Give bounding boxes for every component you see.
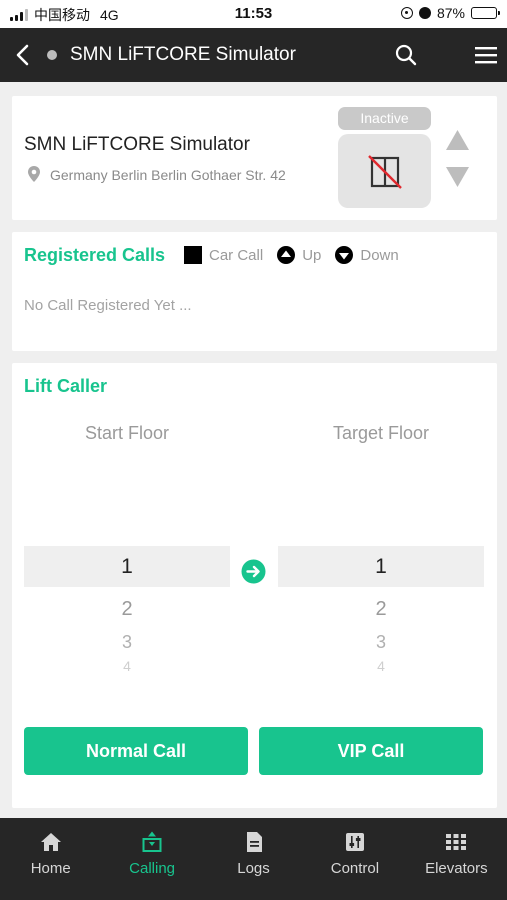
nav-item-elevators[interactable]: Elevators xyxy=(406,818,507,900)
start-floor-option[interactable]: 2 xyxy=(24,598,230,621)
start-floor-picker[interactable]: 1 2 3 4 xyxy=(24,546,230,676)
lift-caller-card: Lift Caller Start Floor Target Floor 1 2… xyxy=(12,363,497,808)
target-floor-label: Target Floor xyxy=(332,423,430,443)
menu-icon[interactable] xyxy=(474,44,498,66)
nav-item-home[interactable]: Home xyxy=(0,818,101,900)
app-header: SMN LiFTCORE Simulator xyxy=(0,28,507,82)
connection-status-dot xyxy=(47,50,57,60)
car-call-icon xyxy=(184,246,202,264)
start-floor-option[interactable]: 4 xyxy=(24,658,230,674)
start-floor-option[interactable]: 1 xyxy=(24,555,230,579)
arrow-right-circle-icon xyxy=(241,559,266,584)
home-icon xyxy=(40,833,61,851)
location-pin-icon xyxy=(28,166,40,182)
control-icon xyxy=(345,833,364,851)
status-right: 87% xyxy=(400,5,500,21)
elevators-icon xyxy=(446,834,467,850)
legend-car-call: Car Call xyxy=(184,246,263,264)
arrow-down-icon xyxy=(446,167,469,187)
site-name: SMN LiFTCORE Simulator xyxy=(24,134,250,155)
elevator-door-disabled-icon xyxy=(368,155,402,189)
alarm-icon xyxy=(418,7,431,19)
battery-icon xyxy=(471,7,500,19)
legend-up: Up xyxy=(277,246,321,264)
nav-item-calling[interactable]: Calling xyxy=(101,818,202,900)
arrow-up-icon xyxy=(446,130,469,150)
site-card: SMN LiFTCORE Simulator Germany Berlin Be… xyxy=(12,96,497,220)
up-call-icon xyxy=(277,246,296,264)
registered-calls-card: Registered Calls Car Call Up Down No Cal… xyxy=(12,232,497,351)
nav-item-label: Home xyxy=(30,860,71,877)
battery-percent: 87% xyxy=(436,5,465,21)
nav-item-label: Control xyxy=(330,860,380,877)
nav-item-control[interactable]: Control xyxy=(304,818,405,900)
registered-calls-title: Registered Calls xyxy=(24,245,166,265)
nav-item-label: Logs xyxy=(237,860,270,877)
orientation-lock-icon xyxy=(400,7,413,19)
target-floor-option[interactable]: 4 xyxy=(278,658,484,674)
status-bar: 中国移动 4G 11:53 87% xyxy=(0,0,507,28)
normal-call-button[interactable]: Normal Call xyxy=(24,727,248,775)
elevator-door-status[interactable] xyxy=(338,134,431,208)
lift-caller-title: Lift Caller xyxy=(24,376,108,396)
start-floor-option[interactable]: 3 xyxy=(24,632,230,653)
legend-down: Down xyxy=(335,246,399,264)
calling-icon xyxy=(142,831,162,852)
header-title: SMN LiFTCORE Simulator xyxy=(70,44,296,65)
call-legend: Car Call Up Down xyxy=(184,244,413,266)
target-floor-picker[interactable]: 1 2 3 4 xyxy=(278,546,484,676)
nav-item-logs[interactable]: Logs xyxy=(203,818,304,900)
status-badge: Inactive xyxy=(338,107,431,130)
target-floor-option[interactable]: 3 xyxy=(278,632,484,653)
bottom-nav: Home Calling Logs Control Elevators xyxy=(0,818,507,900)
target-floor-option[interactable]: 1 xyxy=(278,555,484,579)
nav-item-label: Calling xyxy=(129,860,176,877)
down-call-icon xyxy=(335,246,354,264)
nav-item-label: Elevators xyxy=(425,860,488,877)
target-floor-option[interactable]: 2 xyxy=(278,598,484,621)
vip-call-button[interactable]: VIP Call xyxy=(259,727,483,775)
back-icon[interactable] xyxy=(12,42,36,68)
legend-car-call-label: Car Call xyxy=(209,246,264,264)
site-address: Germany Berlin Berlin Gothaer Str. 42 xyxy=(50,167,286,183)
logs-icon xyxy=(246,832,262,852)
legend-up-label: Up xyxy=(302,246,322,264)
legend-down-label: Down xyxy=(360,246,399,264)
start-floor-label: Start Floor xyxy=(84,423,170,443)
search-icon[interactable] xyxy=(394,43,418,67)
no-calls-message: No Call Registered Yet ... xyxy=(24,297,192,314)
